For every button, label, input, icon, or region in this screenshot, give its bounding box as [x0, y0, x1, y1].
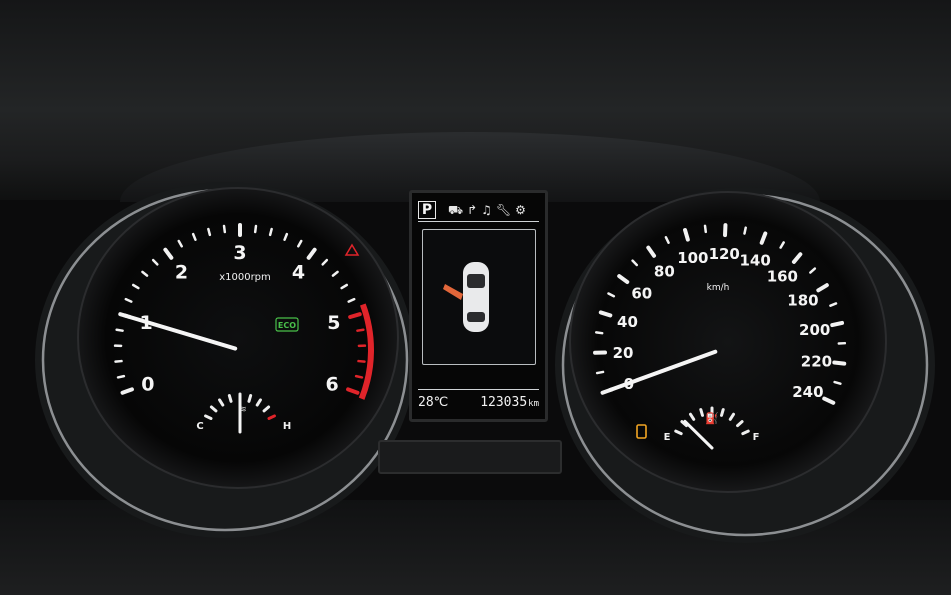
tachometer-tick — [348, 312, 362, 320]
eco-indicator-label: ECO — [278, 321, 296, 330]
speedometer-tick-label: 200 — [799, 321, 830, 339]
open-door-icon — [443, 284, 463, 300]
speedometer-tick — [595, 331, 604, 335]
outside-temperature: 28℃ — [418, 394, 449, 410]
gear-indicator: P — [418, 201, 436, 219]
tachometer-tick — [116, 374, 126, 379]
gear-icon: ⚙ — [515, 203, 526, 217]
tachometer-tick-label: 0 — [141, 374, 154, 396]
tachometer-tick — [268, 227, 273, 237]
tachometer-pod: 0123456 x1000rpm ECO C H ≋ — [35, 182, 415, 538]
tachometer-tick-label: 5 — [327, 312, 340, 334]
tachometer-tick — [222, 224, 227, 234]
speedometer-tick — [595, 370, 605, 375]
tachometer-unit: x1000rpm — [219, 272, 271, 283]
lcd-vehicle-view — [422, 229, 536, 365]
odometer: 123035km — [480, 395, 539, 410]
music-note-icon: ♫ — [481, 203, 492, 217]
temperature-cold-label: C — [196, 421, 203, 432]
tachometer-tick-label: 6 — [325, 374, 338, 396]
fuel-tick — [720, 408, 725, 417]
speedometer-tick-label: 40 — [617, 313, 638, 331]
fuel-tick — [699, 408, 704, 417]
lcd-icon-row: ⛟ ↱ ♫ 🔧︎ ⚙ — [448, 203, 526, 217]
fuel-pump-icon: ⛽ — [705, 412, 719, 425]
speedometer-tick-label: 240 — [792, 383, 823, 401]
center-lcd-display: P ⛟ ↱ ♫ 🔧︎ ⚙ 28℃ 123035km — [409, 190, 548, 422]
tachometer-tick — [357, 359, 366, 363]
tachometer-tick — [253, 224, 258, 234]
odometer-unit: km — [528, 398, 539, 409]
tachometer-tick — [115, 328, 124, 332]
speedometer-pod: 020406080100120140160180200220240 km/h E… — [555, 187, 935, 543]
tachometer-tick-label: 4 — [292, 261, 305, 283]
lcd-status-bar: P ⛟ ↱ ♫ 🔧︎ ⚙ — [418, 199, 539, 222]
speedometer-tick — [830, 320, 845, 328]
fuel-full-label: F — [753, 432, 760, 443]
temperature-tick — [247, 394, 253, 403]
speedometer-tick-label: 220 — [801, 353, 832, 371]
tachometer-tick — [356, 328, 365, 332]
speedometer-tick-label: 80 — [654, 263, 675, 281]
speedometer-tick — [683, 227, 690, 242]
speedometer-tick-label: 100 — [677, 249, 708, 267]
car-top-view-icon — [443, 262, 489, 332]
tachometer-tick — [114, 359, 123, 363]
wrench-icon: 🔧︎ — [495, 203, 512, 217]
speedometer-tick-label: 120 — [709, 245, 740, 263]
tachometer-tick — [354, 374, 364, 379]
speedometer-tick — [832, 360, 847, 366]
temperature-hot-label: H — [283, 421, 291, 432]
speedometer-tick — [833, 380, 842, 385]
lcd-trip-info: 28℃ 123035km — [418, 389, 539, 414]
speedometer-tick-label: 180 — [787, 292, 818, 310]
center-vent — [378, 440, 562, 474]
tachometer-tick-label: 2 — [175, 261, 188, 283]
arrow-turn-icon: ↱ — [467, 203, 478, 217]
speedometer-tick-label: 60 — [631, 285, 652, 303]
fuel-empty-label: E — [664, 432, 671, 443]
speedometer-unit: km/h — [707, 283, 730, 293]
tachometer-tick — [207, 227, 212, 237]
speedometer-tick — [703, 224, 708, 234]
speedometer-tick-label: 160 — [767, 268, 798, 286]
speedometer-tick-label: 20 — [613, 344, 634, 362]
temperature-tick — [227, 394, 233, 403]
tachometer-tick-label: 3 — [233, 242, 246, 264]
speedometer-tick — [743, 226, 747, 235]
truck-icon: ⛟ — [448, 203, 464, 217]
odometer-value: 123035 — [480, 394, 528, 410]
